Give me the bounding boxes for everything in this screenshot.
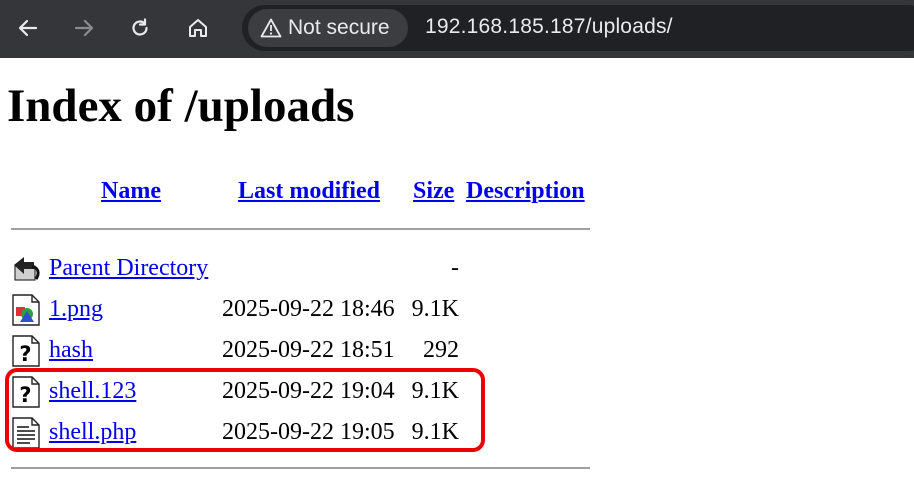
table-row: 1.png 2025-09-22 18:46 9.1K	[0, 289, 600, 329]
parent-directory-icon	[10, 253, 42, 285]
table-row: ? hash 2025-09-22 18:51 292	[0, 330, 600, 370]
column-header-description[interactable]: Description	[466, 178, 585, 205]
entry-size: 9.1K	[411, 296, 459, 322]
warning-triangle-icon	[260, 17, 282, 39]
address-bar[interactable]: Not secure 192.168.185.187/uploads/	[242, 5, 914, 51]
forward-arrow-icon	[74, 19, 94, 37]
security-indicator[interactable]: Not secure	[248, 9, 408, 47]
entry-link[interactable]: hash	[49, 337, 93, 364]
svg-text:?: ?	[19, 342, 31, 366]
back-arrow-icon	[18, 19, 38, 37]
table-row: Parent Directory -	[0, 248, 600, 288]
entry-size: 292	[423, 337, 459, 363]
entry-modified: 2025-09-22 18:46	[222, 296, 395, 322]
entry-size: -	[451, 255, 459, 281]
column-header-last-modified[interactable]: Last modified	[238, 178, 380, 205]
browser-toolbar: Not secure 192.168.185.187/uploads/	[0, 0, 914, 58]
reload-icon	[132, 18, 148, 36]
entry-link[interactable]: Parent Directory	[49, 255, 208, 282]
back-button[interactable]	[10, 10, 46, 46]
header-divider	[11, 228, 590, 230]
footer-divider	[11, 467, 590, 469]
reload-button[interactable]	[122, 10, 158, 46]
page-title: Index of /uploads	[7, 80, 355, 132]
url-text[interactable]: 192.168.185.187/uploads/	[425, 15, 673, 39]
entry-modified: 2025-09-22 18:51	[222, 337, 395, 363]
entry-link[interactable]: 1.png	[49, 296, 103, 323]
red-highlight-box	[5, 368, 485, 452]
forward-button[interactable]	[66, 10, 102, 46]
home-icon	[189, 19, 207, 37]
security-label: Not secure	[288, 16, 390, 39]
unknown-file-icon: ?	[10, 335, 42, 367]
home-button[interactable]	[180, 10, 216, 46]
column-header-size[interactable]: Size	[413, 178, 454, 205]
image-file-icon	[10, 294, 42, 326]
column-header-name[interactable]: Name	[101, 178, 161, 205]
